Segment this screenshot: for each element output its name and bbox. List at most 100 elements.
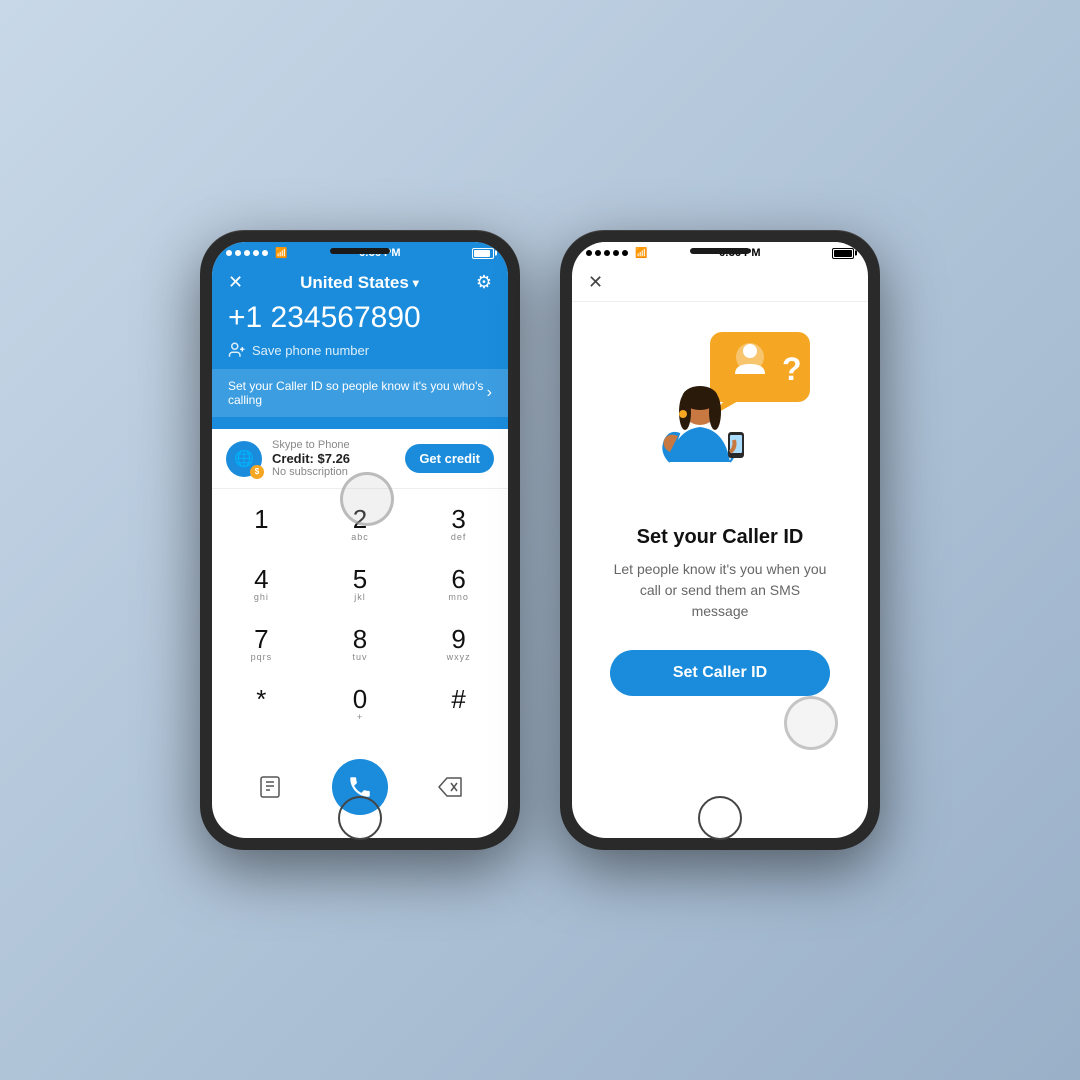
- battery-fill-1: [474, 250, 490, 257]
- key-star[interactable]: *: [225, 677, 297, 733]
- key-9-num: 9: [451, 626, 465, 652]
- globe-icon: 🌐 $: [226, 441, 262, 477]
- coin-badge: $: [250, 465, 264, 479]
- dialer-row-3: 7 pqrs 8 tuv 9 wxyz: [212, 617, 508, 673]
- dot-3: [244, 250, 250, 256]
- key-7-sub: pqrs: [251, 652, 273, 664]
- contacts-button[interactable]: [248, 765, 292, 809]
- phone-2-screen: 📶 6:36 PM ✕: [572, 242, 868, 838]
- set-caller-id-button[interactable]: Set Caller ID: [610, 650, 830, 696]
- dot-2-3: [604, 250, 610, 256]
- caller-id-title: Set your Caller ID: [637, 526, 804, 549]
- dialer-row-4: * 0 + #: [212, 677, 508, 733]
- key-5-sub: jkl: [354, 592, 366, 604]
- backspace-icon: [437, 776, 463, 798]
- home-button-1[interactable]: [338, 796, 382, 840]
- add-contact-icon: [228, 341, 246, 359]
- caller-id-banner-text: Set your Caller ID so people know it's y…: [228, 379, 487, 407]
- phone-2: 📶 6:36 PM ✕: [560, 230, 880, 850]
- key-4[interactable]: 4 ghi: [225, 557, 297, 613]
- dot-2-5: [622, 250, 628, 256]
- contacts-icon: [258, 775, 282, 799]
- caller-id-description: Let people know it's you when you call o…: [610, 559, 830, 622]
- key-3-num: 3: [451, 506, 465, 532]
- key-2-sub: abc: [351, 532, 369, 544]
- dot-2-2: [595, 250, 601, 256]
- banner-chevron-icon: ›: [487, 384, 492, 402]
- backspace-button[interactable]: [428, 765, 472, 809]
- wifi-icon: 📶: [275, 248, 287, 259]
- caller-id-banner[interactable]: Set your Caller ID so people know it's y…: [212, 369, 508, 417]
- dot-1: [226, 250, 232, 256]
- key-4-sub: ghi: [254, 592, 269, 604]
- wifi-icon-2: 📶: [635, 248, 647, 259]
- caller-id-illustration: ?: [620, 322, 820, 502]
- dot-4: [253, 250, 259, 256]
- key-5-num: 5: [353, 566, 367, 592]
- key-6-num: 6: [451, 566, 465, 592]
- battery-fill-2: [834, 250, 852, 257]
- key-hash-num: #: [451, 686, 465, 712]
- key-7-num: 7: [254, 626, 268, 652]
- key-5[interactable]: 5 jkl: [324, 557, 396, 613]
- close-button-1[interactable]: ✕: [228, 272, 243, 293]
- key-4-num: 4: [254, 566, 268, 592]
- key-8[interactable]: 8 tuv: [324, 617, 396, 673]
- phone-1-screen: 📶 6:36 PM ✕ United States ▾ ⚙ +1 23456: [212, 242, 508, 838]
- dot-2: [235, 250, 241, 256]
- phone-speaker: [330, 248, 390, 254]
- phone-speaker-2: [690, 248, 750, 254]
- key-8-sub: tuv: [352, 652, 367, 664]
- country-selector[interactable]: United States ▾: [300, 273, 419, 293]
- key-1[interactable]: 1: [225, 497, 297, 553]
- close-button-2[interactable]: ✕: [588, 272, 603, 292]
- key-6-sub: mno: [448, 592, 469, 604]
- key-0[interactable]: 0 +: [324, 677, 396, 733]
- key-1-num: 1: [254, 506, 268, 532]
- key-7[interactable]: 7 pqrs: [225, 617, 297, 673]
- dialer-row-1: 1 2 abc 3 def: [212, 497, 508, 553]
- caller-id-nav: ✕: [572, 264, 868, 302]
- battery-2: [832, 248, 854, 259]
- dialer-keypad: 1 2 abc 3 def 4 ghi: [212, 489, 508, 745]
- key-3[interactable]: 3 def: [423, 497, 495, 553]
- battery-1: [472, 248, 494, 259]
- save-number-row[interactable]: Save phone number: [228, 341, 492, 359]
- key-0-sub: +: [357, 712, 363, 724]
- credit-info: Skype to Phone Credit: $7.26 No subscrip…: [272, 439, 395, 478]
- credit-section: 🌐 $ Skype to Phone Credit: $7.26 No subs…: [212, 429, 508, 489]
- key-9[interactable]: 9 wxyz: [423, 617, 495, 673]
- country-name: United States: [300, 273, 409, 293]
- key-0-num: 0: [353, 686, 367, 712]
- phones-container: 📶 6:36 PM ✕ United States ▾ ⚙ +1 2 3 4 5 6: [200, 230, 880, 850]
- key-2[interactable]: 2 abc: [324, 497, 396, 553]
- dot-2-4: [613, 250, 619, 256]
- signal-dots-2: 📶: [586, 248, 647, 259]
- signal-dots: 📶: [226, 248, 287, 259]
- key-2-num: 2: [353, 506, 367, 532]
- dialer-row-2: 4 ghi 5 jkl 6 mno: [212, 557, 508, 613]
- dot-2-1: [586, 250, 592, 256]
- dot-5: [262, 250, 268, 256]
- illustration-svg: ?: [620, 322, 820, 502]
- key-3-sub: def: [451, 532, 467, 544]
- svg-text:?: ?: [782, 351, 802, 387]
- chevron-down-icon: ▾: [413, 276, 419, 290]
- credit-subscription: No subscription: [272, 466, 395, 478]
- key-9-sub: wxyz: [447, 652, 471, 664]
- caller-id-body: ?: [572, 302, 868, 716]
- credit-amount: Credit: $7.26: [272, 451, 395, 466]
- phone-1: 📶 6:36 PM ✕ United States ▾ ⚙ +1 23456: [200, 230, 520, 850]
- key-star-num: *: [256, 686, 266, 712]
- key-hash[interactable]: #: [423, 677, 495, 733]
- get-credit-button[interactable]: Get credit: [405, 444, 494, 473]
- key-8-num: 8: [353, 626, 367, 652]
- settings-button[interactable]: ⚙: [476, 272, 492, 293]
- key-6[interactable]: 6 mno: [423, 557, 495, 613]
- home-button-2[interactable]: [698, 796, 742, 840]
- save-number-label: Save phone number: [252, 343, 369, 358]
- dialer-header: ✕ United States ▾ ⚙ +1 234567890: [212, 264, 508, 429]
- credit-label: Skype to Phone: [272, 439, 395, 451]
- entered-phone-number: +1 234567890: [228, 301, 492, 335]
- dialer-nav: ✕ United States ▾ ⚙: [228, 272, 492, 293]
